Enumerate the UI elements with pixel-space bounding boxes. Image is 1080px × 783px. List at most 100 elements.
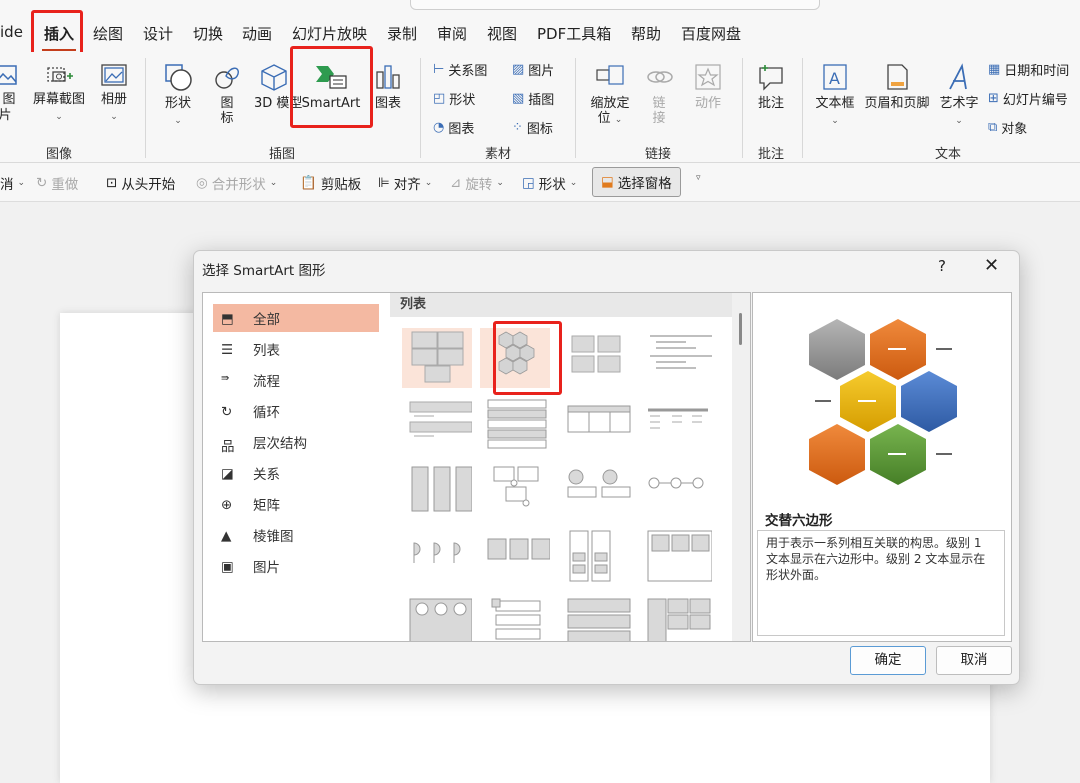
layout-thumbnail[interactable] [480,463,550,523]
category-pyramid[interactable]: ▲ 棱锥图 [213,521,379,549]
material-shape-button[interactable]: ◰ 形状 [433,89,475,108]
icons-button[interactable]: 图标 [212,62,242,126]
layout-thumbnail[interactable] [480,529,551,589]
wordart-icon [949,63,967,90]
pictures-button[interactable]: 图片 [0,62,20,124]
layout-thumbnail[interactable] [642,328,712,388]
object-button[interactable]: ⧉ 对象 [988,118,1027,137]
dialog-title: 选择 SmartArt 图形 [202,263,326,279]
chart-button[interactable]: 图表 [372,62,404,112]
layout-thumbnail[interactable] [642,463,712,523]
smartart-button[interactable]: SmartArt [298,62,364,112]
relation-diagram-button[interactable]: ⊢ 关系图 [433,60,487,79]
shapes-button[interactable]: 形状 ⌄ [160,62,196,129]
tab-draw[interactable]: 绘图 [93,23,123,44]
layout-thumbnail[interactable] [642,396,712,456]
header-footer-button[interactable]: 页眉和页脚 [862,62,932,112]
zoom-icon [596,65,624,85]
zoom-button[interactable]: 缩放定位 ⌄ [587,62,633,128]
object-icon: ⧉ [988,120,998,135]
tab-slideshow[interactable]: 幻灯片放映 [292,23,367,44]
tab-view[interactable]: 视图 [487,23,517,44]
datetime-button[interactable]: ▦ 日期和时间 [988,60,1069,79]
layout-preview-image [647,598,711,641]
scroll-thumb[interactable] [739,313,742,345]
layout-preview-image [487,399,547,449]
layout-alternating-hexagons[interactable] [480,328,550,388]
category-hierarchy[interactable]: 品层次结构 [213,428,379,456]
3d-model-button[interactable]: 3D 模型 [254,62,302,112]
cancel-button[interactable]: 取消 [936,646,1012,675]
layout-thumbnail[interactable] [562,463,632,523]
help-button[interactable]: ? [938,257,946,275]
close-button[interactable]: ✕ [984,255,999,276]
material-icon-button[interactable]: ⁘ 图标 [512,118,553,137]
material-chart-button[interactable]: ◔ 图表 [433,118,474,137]
comment-icon [759,65,783,91]
layout-thumbnail[interactable] [480,396,550,456]
calendar-icon: ▦ [988,62,1001,77]
merge-shapes-button[interactable]: ◎ 合并形状 ⌄ [196,173,277,193]
clipboard-icon: 📋 [300,175,317,191]
action-button[interactable]: 动作 [690,62,726,112]
search-box[interactable] [410,0,820,10]
pyramid-icon: ▲ [221,528,232,544]
layout-thumbnail[interactable] [402,529,472,589]
cycle-icon: ↻ [221,404,233,420]
shape-button[interactable]: ◲ 形状 ⌄ [522,173,577,193]
album-button[interactable]: 相册 ⌄ [96,62,132,125]
category-picture[interactable]: ▣ 图片 [213,552,379,580]
from-start-button[interactable]: ⊡ 从头开始 [106,173,175,193]
redo-button[interactable]: ↻ 重做 [36,173,78,193]
all-icon: ⬒ [221,311,234,327]
tab-transitions[interactable]: 切换 [193,23,223,44]
material-picture-button[interactable]: ▨ 图片 [512,60,554,79]
layout-thumbnail[interactable] [562,595,632,641]
selection-pane-button[interactable]: ⬓ 选择窗格 [592,167,681,197]
screenshot-button[interactable]: 屏幕截图 ⌄ [30,62,88,125]
category-relationship[interactable]: ◪ 关系 [213,459,379,487]
wordart-button[interactable]: 艺术字 ⌄ [936,62,982,129]
layout-thumbnail[interactable] [402,396,473,456]
rotate-button[interactable]: ⊿ 旋转 ⌄ [450,173,504,193]
textbox-button[interactable]: A 文本框 ⌄ [812,62,858,129]
category-matrix[interactable]: ⊕ 矩阵 [213,490,379,518]
slide-number-button[interactable]: ⊞ 幻灯片编号 [988,89,1068,108]
scrollbar[interactable] [732,293,750,641]
link-button[interactable]: 链接 [645,62,673,126]
tab-insert[interactable]: 插入 [44,23,74,44]
ribbon: 图片 屏幕截图 ⌄ 相册 ⌄ 图像 形状 ⌄ 图标 3D 模型 SmartArt 图表… [0,52,1080,163]
tab-pdf-tools[interactable]: PDF工具箱 [537,23,611,44]
tab-animations[interactable]: 动画 [242,23,272,44]
layout-preview-image [491,598,541,640]
tab-help[interactable]: 帮助 [631,23,661,44]
category-list-item[interactable]: ☰ 列表 [213,335,379,363]
material-illustration-button[interactable]: ▧ 插图 [512,89,554,108]
category-process[interactable]: ⇛ 流程 [213,366,379,394]
tab-review[interactable]: 审阅 [437,23,467,44]
layout-thumbnail[interactable] [562,529,632,589]
clipboard-button[interactable]: 📋 剪贴板 [300,173,361,193]
layout-thumbnail[interactable] [642,595,712,641]
customize-toolbar-button[interactable]: ▿ [696,173,701,183]
tab-slide[interactable]: ide [0,23,23,41]
layout-thumbnail[interactable] [562,396,632,456]
category-all[interactable]: ⬒ 全部 [213,304,379,332]
layout-thumbnail[interactable] [562,328,632,388]
shape-icon: ◰ [433,91,446,106]
layout-thumbnail[interactable] [402,463,473,523]
picture-icon: ▣ [221,559,234,575]
image-icon: ▨ [512,62,525,77]
undo-button[interactable]: 消 ⌄ [0,173,25,193]
tab-design[interactable]: 设计 [143,23,173,44]
layout-thumbnail[interactable] [402,328,472,388]
layout-thumbnail[interactable] [642,529,713,589]
comment-button[interactable]: 批注 [752,62,790,112]
layout-thumbnail[interactable] [480,595,550,641]
category-cycle[interactable]: ↻ 循环 [213,397,379,425]
layout-thumbnail[interactable] [402,595,473,641]
tab-baidu-netdisk[interactable]: 百度网盘 [681,23,741,44]
align-button[interactable]: ⊫ 对齐 ⌄ [378,173,432,193]
ok-button[interactable]: 确定 [850,646,926,675]
tab-record[interactable]: 录制 [387,23,417,44]
